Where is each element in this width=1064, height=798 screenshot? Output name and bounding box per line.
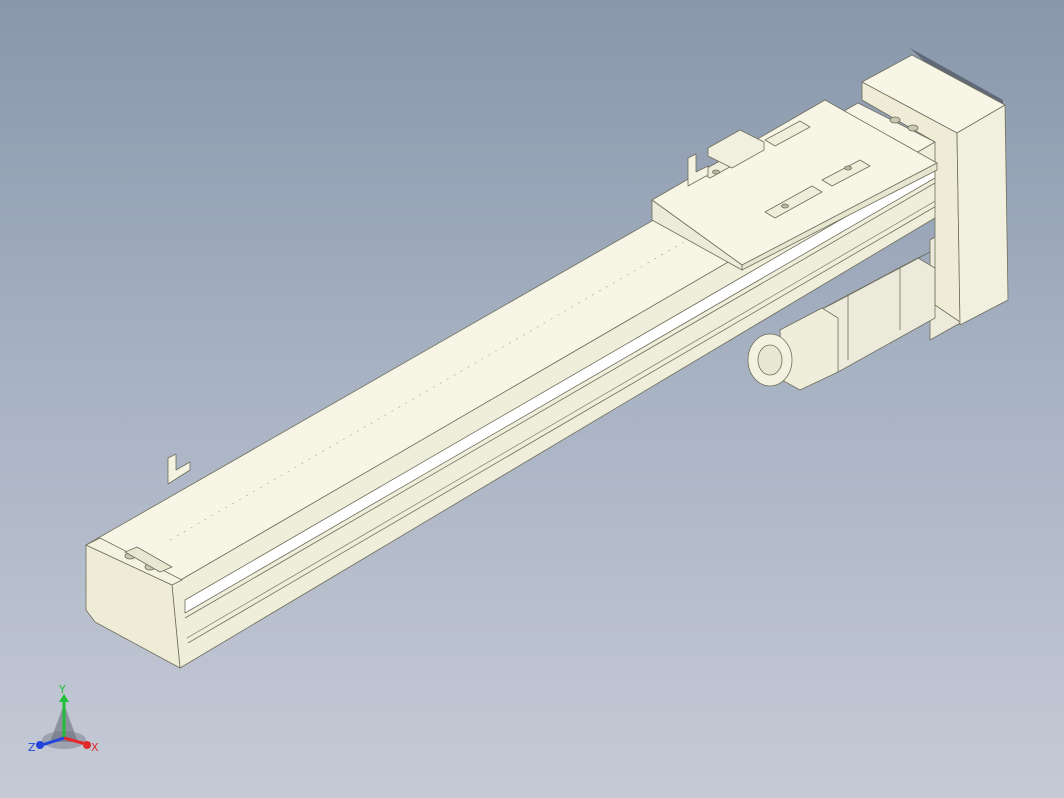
x-arrow-icon <box>83 741 91 749</box>
bolt-hole <box>907 124 919 132</box>
bolt-hole <box>844 165 852 171</box>
rail-slot <box>184 164 936 614</box>
linear-actuator-model[interactable] <box>0 0 1064 798</box>
bolt-hole <box>889 116 901 124</box>
z-arrow-icon <box>36 741 44 749</box>
end-housing-side <box>956 104 1009 326</box>
z-axis-label: Z <box>28 741 36 754</box>
bolt-hole <box>712 169 720 175</box>
bolt-hole <box>781 203 789 209</box>
rail-groove-line-2 <box>186 199 938 639</box>
rail-groove-line-1 <box>184 182 936 619</box>
axis-triad: Y X Z <box>28 683 99 754</box>
cad-viewport[interactable]: Y X Z <box>0 0 1064 798</box>
sensor-bracket-near <box>167 453 191 485</box>
y-axis-label: Y <box>58 683 66 696</box>
x-axis-label: X <box>91 741 99 754</box>
motor-end-cap-inner <box>757 344 783 376</box>
